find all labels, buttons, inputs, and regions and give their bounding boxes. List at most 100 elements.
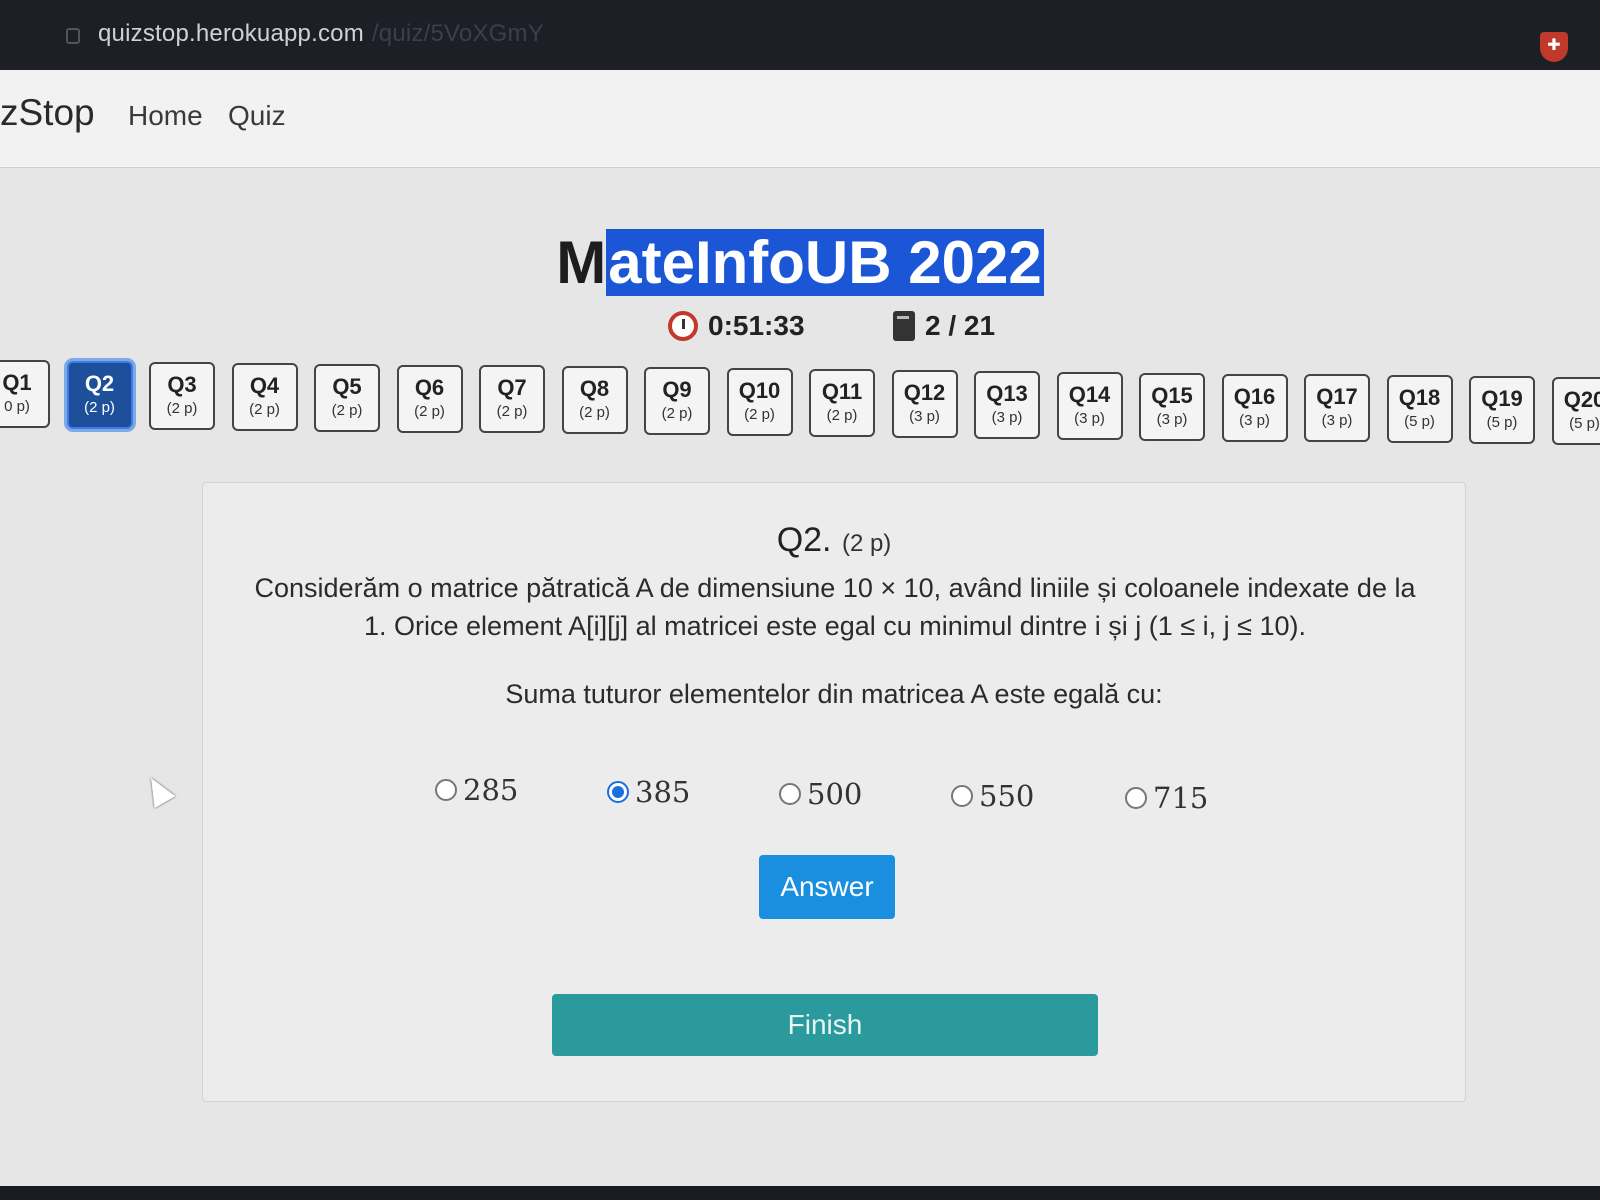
answer-option[interactable]: 285 (435, 773, 518, 807)
question-nav-label: Q13 (986, 380, 1028, 406)
question-nav-points: (2 p) (84, 398, 115, 416)
question-nav-points: (3 p) (909, 407, 940, 425)
question-nav-button[interactable]: Q19 (5 p) (1469, 376, 1535, 445)
radio-button[interactable] (435, 779, 457, 801)
question-nav-points: (5 p) (1404, 413, 1435, 431)
question-nav-label: Q6 (414, 374, 445, 400)
question-nav-label: Q18 (1398, 385, 1441, 411)
question-nav-label: Q7 (497, 375, 527, 401)
question-header: Q2. (2 p) (203, 521, 1465, 560)
question-nav-points: (2 p) (826, 407, 858, 424)
question-nav-points: (5 p) (1569, 415, 1600, 433)
question-nav-points: (3 p) (1321, 412, 1353, 430)
answer-option-label: 385 (635, 775, 691, 809)
url-host: quizstop.herokuapp.com (98, 20, 364, 47)
quiz-title-first: M (556, 229, 607, 296)
question-nav-button[interactable]: Q17 (3 p) (1304, 374, 1370, 443)
lock-icon (66, 28, 80, 44)
timer-value: 0:51:33 (708, 310, 805, 341)
question-nav-points: (5 p) (1486, 414, 1518, 432)
answer-option[interactable]: 715 (1125, 781, 1208, 815)
answer-option[interactable]: 500 (779, 777, 862, 811)
browser-toolbar: quizstop.herokuapp.com/quiz/5VoXGmY ✚ (0, 0, 1600, 70)
url-path: /quiz/5VoXGmY (371, 20, 544, 47)
question-nav-points: (2 p) (661, 405, 693, 423)
question-nav-label: Q16 (1233, 383, 1276, 409)
question-text-line2: 1. Orice element A[i][j] al matricei est… (364, 611, 1306, 641)
answer-option[interactable]: 550 (951, 779, 1034, 813)
answer-options: 285 385 500 550 715 (435, 773, 1235, 815)
question-nav-points: (3 p) (1074, 409, 1105, 427)
question-nav-points: 0 p) (4, 398, 30, 415)
address-bar[interactable]: quizstop.herokuapp.com/quiz/5VoXGmY (98, 20, 544, 48)
radio-button[interactable] (607, 781, 629, 803)
question-prompt: Suma tuturor elementelor din matricea A … (505, 679, 1163, 709)
question-nav-points: (2 p) (166, 399, 198, 417)
question-nav-points: (2 p) (579, 404, 610, 422)
question-points: (2 p) (841, 530, 892, 557)
answer-option-label: 550 (979, 779, 1035, 813)
answer-option-label: 500 (807, 777, 863, 811)
quiz-title-wrap: MateInfoUB 2022 (0, 228, 1600, 297)
question-nav-button[interactable]: Q2 (2 p) (66, 360, 133, 429)
question-nav-label: Q14 (1068, 381, 1111, 407)
question-nav-label: Q1 (2, 370, 32, 395)
question-nav-button[interactable]: Q8 (2 p) (561, 366, 628, 435)
question-nav-points: (2 p) (414, 402, 445, 420)
site-navbar: zStop Home Quiz (0, 70, 1600, 168)
question-nav-label: Q12 (903, 379, 946, 405)
question-nav-button[interactable]: Q13 (3 p) (974, 370, 1040, 439)
radio-button[interactable] (779, 783, 801, 805)
question-nav-button[interactable]: Q16 (3 p) (1221, 373, 1288, 442)
question-nav-points: (2 p) (496, 403, 528, 421)
question-nav-label: Q5 (332, 373, 362, 399)
question-nav-button[interactable]: Q9 (2 p) (644, 367, 710, 436)
question-nav-button[interactable]: Q20 (5 p) (1551, 377, 1600, 446)
radio-button[interactable] (951, 785, 973, 807)
question-nav-label: Q9 (662, 377, 692, 403)
book-icon (893, 311, 915, 341)
question-nav-points: (3 p) (991, 408, 1023, 426)
question-nav-label: Q3 (167, 371, 197, 397)
alarm-clock-icon (668, 311, 698, 341)
answer-option[interactable]: 385 (607, 775, 690, 809)
question-nav-label: Q19 (1481, 386, 1523, 412)
question-nav-points: (3 p) (1239, 411, 1270, 429)
quiz-title: MateInfoUB 2022 (556, 228, 1044, 297)
radio-button[interactable] (1125, 787, 1147, 809)
question-nav-button[interactable]: Q5 (2 p) (314, 363, 380, 432)
question-nav-button[interactable]: Q6 (2 p) (396, 364, 463, 433)
question-nav-points: (2 p) (249, 400, 280, 418)
question-nav-label: Q8 (579, 376, 610, 402)
question-text-line1: Considerăm o matrice pătratică A de dime… (254, 573, 1416, 603)
question-nav-button[interactable]: Q14 (3 p) (1056, 371, 1123, 440)
answer-option-label: 285 (463, 773, 519, 807)
question-nav-label: Q17 (1316, 384, 1358, 410)
question-nav-button[interactable]: Q10 (2 p) (726, 368, 793, 437)
progress-value: 2 / 21 (925, 310, 996, 341)
question-nav-button[interactable]: Q3 (2 p) (149, 361, 215, 430)
question-nav-label: Q20 (1563, 387, 1600, 413)
question-nav-button[interactable]: Q11 (2 p) (809, 369, 875, 437)
brand-logo[interactable]: zStop (0, 92, 95, 134)
timer: 0:51:33 (668, 310, 805, 342)
question-nav-button[interactable]: Q12 (3 p) (891, 369, 958, 438)
nav-link-home[interactable]: Home (128, 100, 203, 132)
finish-button[interactable]: Finish (552, 994, 1098, 1056)
question-nav-label: Q10 (738, 378, 781, 404)
question-navigation: Q1 0 p) Q2 (2 p) Q3 (2 p) Q4 (2 p) Q5 (2 p) Q6 (2 p… (0, 360, 1600, 446)
question-nav-button[interactable]: Q4 (2 p) (231, 362, 298, 431)
answer-button[interactable]: Answer (759, 855, 895, 919)
question-nav-label: Q4 (249, 372, 280, 398)
question-nav-button[interactable]: Q15 (3 p) (1139, 372, 1205, 441)
question-nav-label: Q15 (1151, 382, 1193, 408)
question-nav-button[interactable]: Q7 (2 p) (479, 365, 545, 434)
question-text: Considerăm o matrice pătratică A de dime… (235, 569, 1435, 645)
question-nav-button[interactable]: Q1 0 p) (0, 360, 50, 428)
question-nav-points: (2 p) (331, 401, 363, 419)
brave-shield-icon[interactable]: ✚ (1540, 32, 1568, 62)
mouse-cursor-icon (140, 771, 176, 809)
question-nav-button[interactable]: Q18 (5 p) (1386, 375, 1453, 444)
question-progress: 2 / 21 (893, 310, 995, 342)
nav-link-quiz[interactable]: Quiz (228, 100, 286, 132)
